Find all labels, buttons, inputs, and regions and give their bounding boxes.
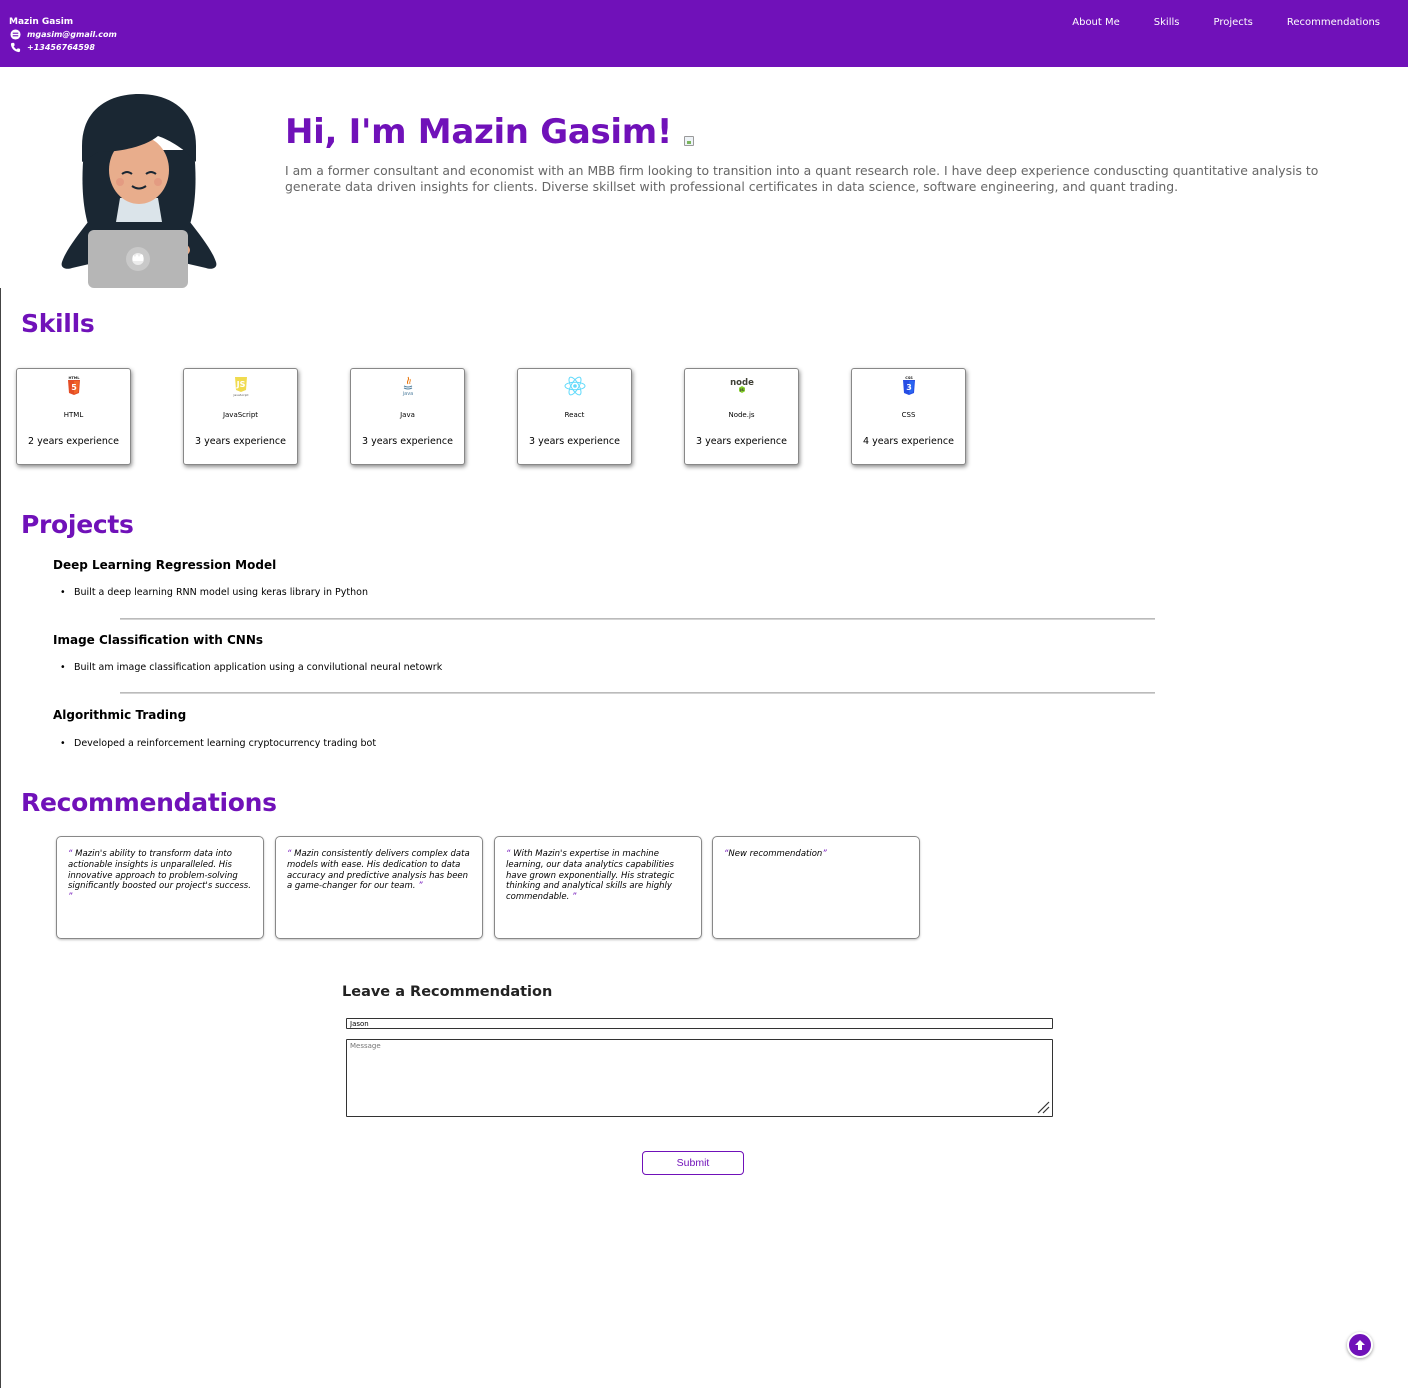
skill-experience: 3 years experience: [362, 436, 453, 447]
html5-icon: HTML 5: [67, 376, 80, 395]
nav-link-projects[interactable]: Projects: [1213, 17, 1252, 28]
nav-link-skills[interactable]: Skills: [1154, 17, 1180, 28]
email-icon: [10, 29, 21, 40]
skill-experience: 4 years experience: [863, 436, 954, 447]
skill-card-nodejs: node JS Node.js 3 years experience: [684, 368, 799, 465]
skill-name: React: [564, 411, 585, 419]
recommendation-text: Mazin consistently delivers complex data…: [287, 849, 470, 892]
project-divider: [120, 618, 1155, 620]
recommendation-card: “New recommendation”: [712, 836, 920, 939]
javascript-icon: JS JavaScript: [232, 377, 249, 397]
page-left-border: [0, 288, 1, 1388]
close-quote: ”: [68, 892, 73, 903]
project-detail-text: Built a deep learning RNN model using ke…: [74, 587, 368, 598]
close-quote: ”: [572, 892, 577, 903]
nav-links: About Me Skills Projects Recommendations: [1038, 17, 1380, 28]
svg-text:5: 5: [71, 383, 77, 392]
react-icon: [564, 376, 585, 396]
message-textarea[interactable]: [346, 1039, 1053, 1117]
profile-avatar: [61, 94, 217, 288]
recommendation-card: “ Mazin's ability to transform data into…: [56, 836, 264, 939]
email-text[interactable]: mgasim@gmail.com: [27, 30, 117, 39]
project-title: Image Classification with CNNs: [53, 633, 263, 647]
svg-text:3: 3: [906, 383, 912, 392]
project-detail: Built a deep learning RNN model using ke…: [60, 587, 368, 598]
css3-icon: CSS 3: [902, 376, 915, 395]
submit-button[interactable]: Submit: [642, 1151, 744, 1175]
brand-name: Mazin Gasim: [9, 17, 74, 27]
leave-recommendation-title: Leave a Recommendation: [342, 984, 553, 1000]
hero-heading: Hi, I'm Mazin Gasim!: [285, 112, 695, 152]
resize-grip-icon[interactable]: [1036, 1100, 1050, 1114]
phone-text[interactable]: +13456764598: [27, 43, 95, 52]
skill-name: CSS: [901, 411, 916, 419]
phone-icon: [10, 42, 21, 53]
top-navbar: Mazin Gasim mgasim@gmail.com +1345676459…: [0, 0, 1408, 67]
arrow-up-icon: [1355, 1340, 1365, 1350]
skill-name: JavaScript: [222, 411, 259, 419]
nodejs-icon: node JS: [730, 378, 754, 393]
recommendation-card: “ With Mazin's expertise in machine lear…: [494, 836, 702, 939]
skill-name: HTML: [63, 411, 84, 419]
skill-name: Java: [400, 411, 415, 419]
project-title: Algorithmic Trading: [53, 708, 187, 722]
hero-title: Hi, I'm Mazin Gasim!: [285, 112, 673, 152]
skill-card-javascript: JS JavaScript JavaScript 3 years experie…: [183, 368, 298, 465]
svg-text:java: java: [401, 391, 412, 397]
skill-card-react: React 3 years experience: [517, 368, 632, 465]
svg-text:HTML: HTML: [68, 376, 80, 380]
project-detail-text: Developed a reinforcement learning crypt…: [74, 738, 377, 749]
project-detail-text: Built am image classification applicatio…: [74, 662, 443, 673]
svg-text:JavaScript: JavaScript: [232, 393, 249, 397]
nav-link-about-me[interactable]: About Me: [1072, 17, 1120, 28]
svg-text:JS: JS: [235, 380, 245, 389]
svg-text:CSS: CSS: [905, 376, 913, 380]
skill-card-java: java Java 3 years experience: [350, 368, 465, 465]
skill-experience: 3 years experience: [696, 436, 787, 447]
project-detail: Developed a reinforcement learning crypt…: [60, 738, 376, 749]
scroll-to-top-button[interactable]: [1347, 1332, 1373, 1358]
recommendations-title: Recommendations: [21, 788, 277, 817]
broken-image-icon: [684, 136, 695, 146]
close-quote: ”: [418, 881, 423, 892]
skill-name: Node.js: [728, 411, 755, 419]
skill-experience: 3 years experience: [195, 436, 286, 447]
email-contact: mgasim@gmail.com: [10, 29, 117, 40]
java-icon: java: [401, 376, 413, 397]
hero-description: I am a former consultant and economist w…: [285, 163, 1319, 194]
recommendation-text: With Mazin's expertise in machine learni…: [506, 849, 675, 903]
phone-contact: +13456764598: [10, 42, 95, 53]
project-detail: Built am image classification applicatio…: [60, 662, 442, 673]
skill-experience: 3 years experience: [529, 436, 620, 447]
close-quote: ”: [822, 849, 827, 859]
recommendation-text: Mazin's ability to transform data into a…: [68, 849, 251, 892]
name-input[interactable]: [346, 1018, 1053, 1029]
skill-experience: 2 years experience: [28, 436, 119, 447]
project-title: Deep Learning Regression Model: [53, 558, 277, 572]
nav-link-recommendations[interactable]: Recommendations: [1287, 17, 1380, 28]
recommendation-text: New recommendation: [728, 849, 823, 859]
projects-title: Projects: [21, 510, 134, 539]
skill-card-css: CSS 3 CSS 4 years experience: [851, 368, 966, 465]
skill-card-html: HTML 5 HTML 2 years experience: [16, 368, 131, 465]
recommendation-card: “ Mazin consistently delivers complex da…: [275, 836, 483, 939]
project-divider: [120, 692, 1155, 694]
svg-text:JS: JS: [739, 388, 744, 392]
skills-title: Skills: [21, 309, 95, 338]
